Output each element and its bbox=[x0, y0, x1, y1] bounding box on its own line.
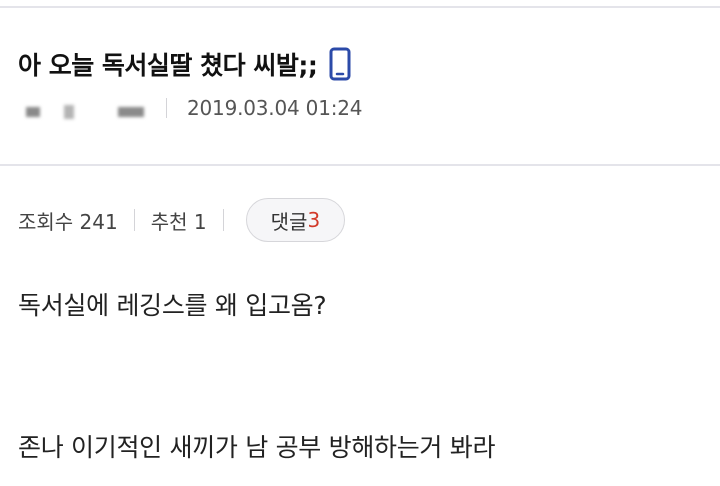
comments-button[interactable]: 댓글 3 bbox=[245, 198, 346, 242]
post-title: 아 오늘 독서실딸 쳤다 씨발;; bbox=[18, 51, 318, 80]
post-date: 2019.03.04 01:24 bbox=[187, 96, 363, 120]
post-meta: 2019.03.04 01:24 bbox=[24, 94, 363, 122]
comments-count: 3 bbox=[307, 208, 321, 232]
author-name-blurred[interactable] bbox=[24, 95, 146, 121]
post-page: 아 오늘 독서실딸 쳤다 씨발;; 2019.03.04 01:24 조회수 2… bbox=[0, 0, 720, 486]
post-header: 아 오늘 독서실딸 쳤다 씨발;; 2019.03.04 01:24 bbox=[0, 8, 720, 164]
view-count: 조회수 241 bbox=[18, 209, 118, 234]
mobile-phone-icon bbox=[329, 47, 351, 81]
recommend-count: 추천 1 bbox=[150, 209, 207, 234]
post-title-row: 아 오늘 독서실딸 쳤다 씨발;; bbox=[18, 46, 351, 82]
body-line: 독서실에 레깅스를 왜 입고옴? bbox=[18, 291, 327, 320]
post-stats: 조회수 241 추천 1 댓글 3 bbox=[18, 198, 346, 242]
body-line: 존나 이기적인 새끼가 남 공부 방해하는거 봐라 bbox=[18, 433, 496, 462]
stats-divider bbox=[222, 209, 224, 231]
header-divider bbox=[0, 164, 720, 166]
meta-divider bbox=[166, 98, 167, 118]
comments-label: 댓글 bbox=[270, 209, 308, 234]
stats-divider bbox=[133, 209, 135, 231]
